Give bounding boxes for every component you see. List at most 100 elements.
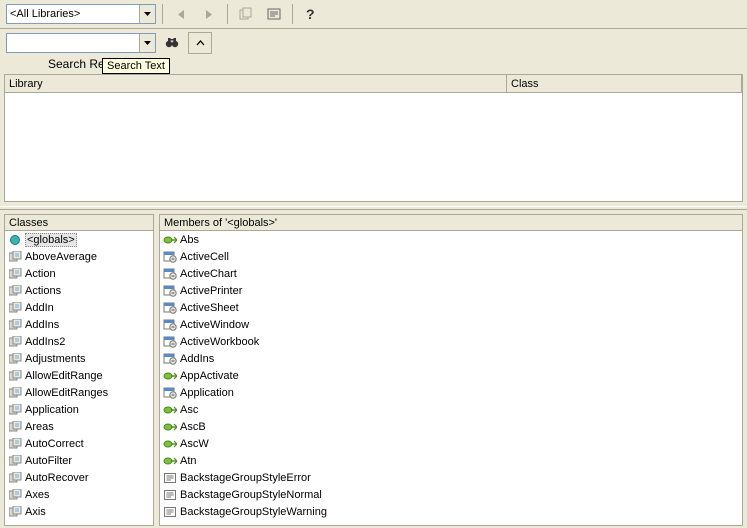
class-item[interactable]: Axis (5, 503, 153, 520)
property-icon (163, 301, 177, 315)
search-results-body[interactable] (5, 93, 742, 201)
property-icon (163, 352, 177, 366)
property-icon (163, 250, 177, 264)
method-icon (163, 454, 177, 468)
class-item-label: AllowEditRanges (25, 387, 108, 399)
member-item[interactable]: Asc (160, 401, 742, 418)
class-item[interactable]: AllowEditRange (5, 367, 153, 384)
member-item[interactable]: BackstageGroupStyleWarning (160, 503, 742, 520)
member-item[interactable]: AscW (160, 435, 742, 452)
help-button[interactable]: ? (299, 3, 323, 25)
class-item-label: <globals> (25, 233, 77, 247)
class-icon (8, 471, 22, 485)
const-icon (163, 488, 177, 502)
class-item[interactable]: Application (5, 401, 153, 418)
class-item-label: Axes (25, 489, 49, 501)
member-item-label: BackstageGroupStyleNormal (180, 489, 322, 501)
const-icon (163, 505, 177, 519)
class-item[interactable]: Axes (5, 486, 153, 503)
class-icon (8, 403, 22, 417)
member-item[interactable]: Atn (160, 452, 742, 469)
toolbar-search (0, 29, 747, 57)
class-item[interactable]: Action (5, 265, 153, 282)
globals-icon (8, 233, 22, 247)
chevron-up-icon (196, 39, 205, 48)
member-item-label: AscB (180, 421, 206, 433)
search-tooltip: Search Text (102, 58, 170, 74)
class-icon (8, 420, 22, 434)
classes-heading: Classes (5, 215, 153, 231)
library-combo[interactable]: <All Libraries> (6, 4, 156, 24)
search-button[interactable] (160, 32, 184, 54)
nav-forward-button[interactable] (197, 3, 221, 25)
member-item[interactable]: ActivePrinter (160, 282, 742, 299)
member-item[interactable]: AddIns (160, 350, 742, 367)
member-item-label: Asc (180, 404, 198, 416)
class-icon (8, 488, 22, 502)
class-icon (8, 301, 22, 315)
class-item[interactable]: AutoFilter (5, 452, 153, 469)
class-item-label: Action (25, 268, 56, 280)
toolbar-top: <All Libraries> ? (0, 0, 747, 29)
chevron-down-icon[interactable] (139, 5, 155, 23)
class-item[interactable]: AddIn (5, 299, 153, 316)
member-item-label: Atn (180, 455, 197, 467)
property-icon (163, 267, 177, 281)
view-definition-button[interactable] (262, 3, 286, 25)
method-icon (163, 233, 177, 247)
class-item[interactable]: AllowEditRanges (5, 384, 153, 401)
class-icon (8, 250, 22, 264)
nav-back-button[interactable] (169, 3, 193, 25)
horizontal-splitter[interactable] (0, 206, 747, 210)
member-item-label: ActiveSheet (180, 302, 239, 314)
member-item[interactable]: ActiveSheet (160, 299, 742, 316)
classes-list[interactable]: <globals>AboveAverageActionActionsAddInA… (5, 231, 153, 525)
copy-button[interactable] (234, 3, 258, 25)
member-item[interactable]: ActiveCell (160, 248, 742, 265)
class-item[interactable]: AboveAverage (5, 248, 153, 265)
member-item[interactable]: Application (160, 384, 742, 401)
member-item[interactable]: ActiveWindow (160, 316, 742, 333)
class-item[interactable]: Areas (5, 418, 153, 435)
class-item-label: AllowEditRange (25, 370, 103, 382)
member-item-label: AscW (180, 438, 209, 450)
class-icon (8, 352, 22, 366)
class-icon (8, 267, 22, 281)
class-icon (8, 335, 22, 349)
separator (162, 4, 163, 24)
members-list[interactable]: Abs ActiveCellActiveChartActivePrinter Act… (160, 231, 742, 525)
class-item-label: Areas (25, 421, 54, 433)
class-icon (8, 318, 22, 332)
method-icon (163, 369, 177, 383)
member-item[interactable]: Abs (160, 231, 742, 248)
class-icon (8, 386, 22, 400)
column-header-library[interactable]: Library (5, 75, 507, 92)
method-icon (163, 420, 177, 434)
member-item-label: AddIns (180, 353, 214, 365)
class-icon (8, 284, 22, 298)
chevron-down-icon[interactable] (139, 34, 155, 52)
collapse-search-button[interactable] (188, 32, 212, 54)
member-item-label: AppActivate (180, 370, 239, 382)
class-item[interactable]: <globals> (5, 231, 153, 248)
class-item[interactable]: Adjustments (5, 350, 153, 367)
member-item[interactable]: BackstageGroupStyleNormal (160, 486, 742, 503)
class-item[interactable]: AutoRecover (5, 469, 153, 486)
property-icon (163, 318, 177, 332)
class-item[interactable]: AddIns (5, 316, 153, 333)
member-item[interactable]: AscB (160, 418, 742, 435)
member-item-label: Abs (180, 234, 199, 246)
classes-panel: Classes <globals>AboveAverage Action Actio… (4, 214, 154, 526)
separator (292, 4, 293, 24)
member-item[interactable]: ActiveChart (160, 265, 742, 282)
search-combo[interactable] (6, 33, 156, 53)
class-item[interactable]: AutoCorrect (5, 435, 153, 452)
member-item[interactable]: AppActivate (160, 367, 742, 384)
class-item[interactable]: Actions (5, 282, 153, 299)
class-icon (8, 505, 22, 519)
class-item[interactable]: AddIns2 (5, 333, 153, 350)
class-item-label: AutoFilter (25, 455, 72, 467)
member-item[interactable]: ActiveWorkbook (160, 333, 742, 350)
member-item[interactable]: BackstageGroupStyleError (160, 469, 742, 486)
column-header-class[interactable]: Class (507, 75, 742, 92)
